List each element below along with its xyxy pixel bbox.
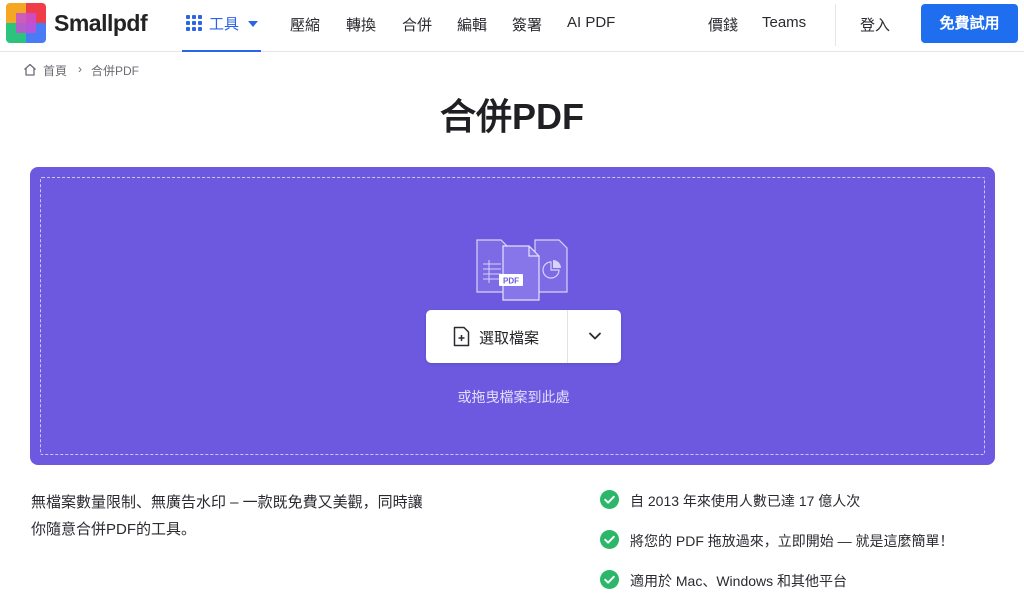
nav-ai-pdf[interactable]: AI PDF [567,14,615,31]
nav-pricing[interactable]: 價錢 [708,14,738,35]
documents-illustration-icon: PDF [476,239,568,301]
dropzone-dashed-border: PDF 選取檔案 或拖曳檔案到此處 [40,177,985,455]
nav-sign[interactable]: 簽署 [512,14,542,35]
login-link[interactable]: 登入 [860,14,890,35]
description-line-1: 無檔案數量限制、無廣告水印 – 一款既免費又美觀，同時讓 [31,494,423,511]
top-header: Smallpdf 工具 壓縮 轉換 合併 編輯 簽署 AI PDF 價錢 Tea… [0,0,1024,52]
smallpdf-logo-icon[interactable] [6,3,46,43]
check-circle-icon [600,490,619,509]
nav-compress[interactable]: 壓縮 [290,14,320,35]
feature-text: 自 2013 年來使用人數已達 17 億人次 [630,493,861,509]
check-circle-icon [600,530,619,549]
page-title: 合併PDF [439,96,584,137]
more-sources-dropdown-button[interactable] [568,310,621,363]
grid-icon [186,15,202,31]
file-plus-icon [453,326,470,347]
tool-description: 無檔案數量限制、無廣告水印 – 一款既免費又美觀，同時讓 你隨意合併PDF的工具… [31,489,511,543]
nav-merge[interactable]: 合併 [402,14,432,35]
home-icon[interactable] [23,63,37,76]
file-dropzone[interactable]: PDF 選取檔案 或拖曳檔案到此處 [30,167,995,465]
breadcrumb-separator: › [78,62,82,76]
breadcrumb-current: 合併PDF [91,64,140,78]
drop-hint-text: 或拖曳檔案到此處 [457,389,570,405]
nav-convert[interactable]: 轉換 [346,14,376,35]
tools-menu-button[interactable]: 工具 [182,0,261,52]
breadcrumb-home[interactable]: 首頁 [43,62,67,79]
header-divider [835,4,836,46]
nav-teams[interactable]: Teams [762,14,806,31]
choose-file-button-group: 選取檔案 [426,310,621,363]
brand-name[interactable]: Smallpdf [54,10,148,37]
description-line-2: 你隨意合併PDF的工具。 [31,521,197,538]
caret-down-icon [248,21,258,27]
logo-cell-center [16,13,36,33]
feature-text: 將您的 PDF 拖放過來，立即開始 — 就是這麼簡單！ [630,533,954,549]
choose-file-label: 選取檔案 [479,330,540,347]
check-circle-icon [600,570,619,589]
nav-edit[interactable]: 編輯 [457,14,487,35]
feature-text: 適用於 Mac、Windows 和其他平台 [630,573,848,589]
tools-label: 工具 [209,16,240,33]
choose-file-button[interactable]: 選取檔案 [426,310,567,363]
pdf-label: PDF [503,277,519,286]
free-trial-button[interactable]: 免費試用 [921,4,1018,43]
chevron-down-icon [589,332,601,340]
